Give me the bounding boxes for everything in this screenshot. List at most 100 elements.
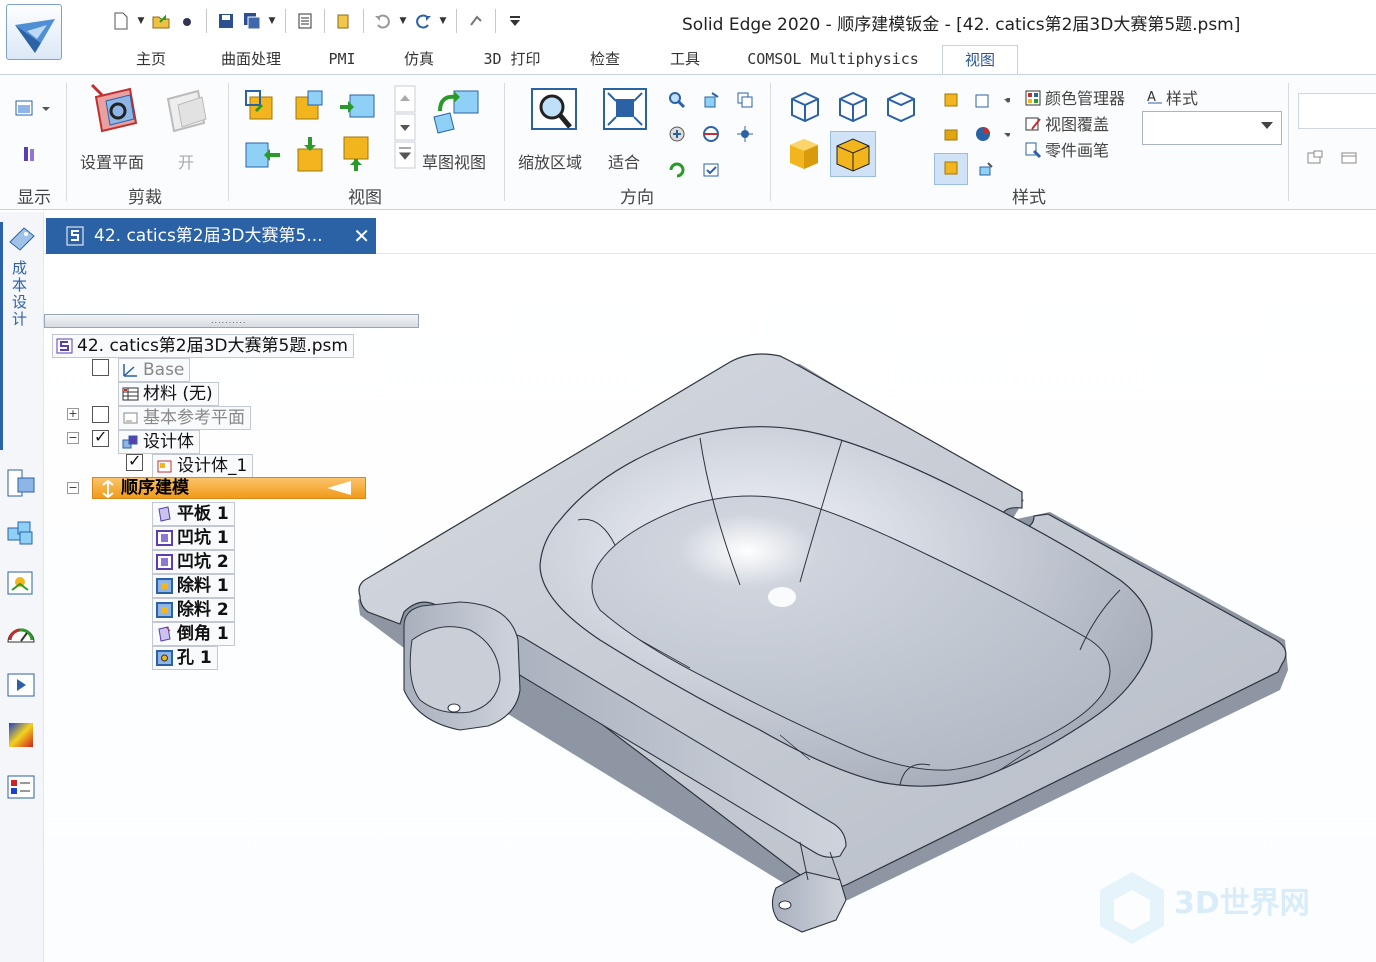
tree-item-material[interactable]: 材料 (无) (118, 382, 219, 406)
tree-item-base-planes[interactable]: 基本参考平面 (118, 406, 251, 430)
named-views-icon[interactable] (702, 161, 720, 183)
view-center-icon[interactable] (736, 125, 754, 147)
style-box2-icon[interactable] (942, 125, 960, 147)
application-button[interactable] (6, 4, 62, 60)
tab-comsol[interactable]: COMSOL Multiphysics (740, 45, 926, 75)
base-planes-checkbox[interactable] (92, 406, 109, 423)
color-manager-label[interactable]: 颜色管理器 (1045, 85, 1125, 109)
set-plane-icon[interactable] (90, 83, 142, 143)
view-overrides-label[interactable]: 视图覆盖 (1045, 111, 1109, 135)
redo-dropdown-arrow[interactable]: ▼ (436, 8, 450, 34)
style-dropdown[interactable] (1142, 111, 1282, 145)
collapse-sequential[interactable]: − (67, 482, 79, 494)
save-all-icon[interactable] (239, 8, 265, 34)
tree-item-design-body-1[interactable]: 设计体_1 (152, 454, 254, 478)
pathfinder-splitter[interactable]: .......... (44, 314, 419, 328)
save-icon[interactable] (213, 8, 239, 34)
zoom-area-label[interactable]: 缩放区域 (518, 149, 582, 173)
sketch-view-label[interactable]: 草图视图 (422, 149, 486, 173)
cost-design-icon[interactable] (6, 224, 36, 254)
part-painter-label[interactable]: 零件画笔 (1045, 137, 1109, 161)
heatmap-icon[interactable] (6, 720, 36, 750)
window-icon[interactable] (1340, 149, 1358, 171)
hidden-edges-icon[interactable] (884, 89, 918, 127)
fit-label[interactable]: 适合 (608, 149, 640, 173)
part-painter-icon[interactable] (1024, 141, 1042, 163)
zoom-icon[interactable] (668, 91, 686, 113)
properties-icon[interactable] (292, 8, 318, 34)
fit-icon[interactable] (602, 87, 648, 137)
view-fit-1-icon[interactable] (244, 89, 276, 125)
rollback-arrow-icon[interactable] (327, 481, 351, 495)
pan-icon[interactable] (668, 125, 686, 147)
shadow-icon[interactable] (934, 153, 968, 185)
tree-item-design-body[interactable]: 设计体 (118, 430, 200, 454)
tree-feature-cutout-2[interactable]: 除料 2 (152, 598, 235, 622)
tree-feature-hole[interactable]: 孔 1 (152, 646, 218, 670)
view-fit-5-icon[interactable] (294, 135, 326, 179)
tab-pmi[interactable]: PMI (320, 45, 364, 75)
wireframe-icon[interactable] (788, 89, 822, 127)
styles-label[interactable]: 样式 (1166, 85, 1198, 109)
tab-surfacing[interactable]: 曲面处理 (206, 45, 296, 75)
common-views-icon[interactable] (702, 125, 720, 147)
tree-item-base[interactable]: Base (118, 358, 191, 382)
design-body-1-checkbox[interactable] (126, 451, 143, 471)
base-checkbox[interactable] (92, 359, 109, 376)
expand-base-planes[interactable]: + (67, 408, 79, 420)
tab-home[interactable]: 主页 (126, 45, 176, 75)
view-fit-6-icon[interactable] (340, 135, 372, 179)
sketch-view-icon[interactable] (430, 87, 482, 143)
new-dropdown-arrow[interactable]: ▼ (134, 8, 148, 34)
styles-icon[interactable]: A (1146, 87, 1164, 109)
tree-feature-chamfer[interactable]: 倒角 1 (152, 622, 235, 646)
tree-feature-dimple-2[interactable]: 凹坑 2 (152, 550, 235, 574)
view-fit-3-icon[interactable] (338, 89, 378, 125)
close-icon[interactable]: ✕ (353, 218, 370, 254)
tab-inspect[interactable]: 检查 (580, 45, 630, 75)
tab-3d-print[interactable]: 3D 打印 (472, 45, 552, 75)
ribbon-overflow-field[interactable] (1298, 93, 1376, 129)
style-box-icon[interactable] (942, 91, 960, 113)
zoom-area-icon[interactable] (530, 87, 578, 141)
tree-root[interactable]: 42. catics第2届3D大赛第5题.psm (52, 334, 354, 358)
view-overrides-icon[interactable] (1024, 115, 1042, 137)
customize-qat-icon[interactable] (502, 8, 528, 34)
save-dropdown-arrow[interactable]: ▼ (265, 8, 279, 34)
layout-icon[interactable] (1306, 149, 1324, 171)
reflections-icon[interactable] (974, 125, 1012, 147)
feature-library-icon[interactable] (6, 568, 36, 598)
new-file-icon[interactable] (108, 8, 134, 34)
cost-design-label[interactable]: 成本设计 (10, 260, 30, 328)
views-scroll-gallery[interactable] (394, 85, 416, 175)
silhouette-icon[interactable] (974, 91, 1014, 113)
tab-view[interactable]: 视图 (942, 45, 1018, 75)
tab-simulation[interactable]: 仿真 (394, 45, 444, 75)
sheetmetal-model[interactable] (44, 254, 1376, 962)
animation-icon[interactable] (6, 670, 36, 700)
layers-icon[interactable] (6, 518, 36, 548)
tree-feature-dimple[interactable]: 凹坑 1 (152, 526, 235, 550)
color-manager-icon[interactable] (1024, 89, 1042, 111)
view-fit-4-icon[interactable] (242, 139, 282, 175)
results-icon[interactable] (6, 618, 36, 648)
redo-icon[interactable] (410, 8, 436, 34)
graphics-canvas[interactable]: 3D世界网 (44, 254, 1376, 962)
open-file-icon[interactable] (148, 8, 174, 34)
pathfinder-icon[interactable] (6, 468, 36, 498)
document-tab[interactable]: 42. catics第2届3D大赛第5... ✕ (46, 218, 376, 254)
manager-icon[interactable] (331, 8, 357, 34)
legend-icon[interactable] (6, 772, 36, 802)
lighting-icon[interactable] (976, 161, 994, 183)
tree-item-sequential[interactable]: 顺序建模 (92, 477, 366, 499)
spin-about-icon[interactable] (702, 91, 720, 113)
design-body-checkbox[interactable] (92, 427, 109, 447)
tree-feature-tab[interactable]: 平板 1 (152, 502, 235, 526)
view-fit-2-icon[interactable] (294, 89, 326, 125)
open-label[interactable]: 开 (178, 149, 194, 173)
set-plane-label[interactable]: 设置平面 (80, 149, 144, 173)
show-icon[interactable] (20, 145, 40, 169)
repeat-icon[interactable] (463, 8, 489, 34)
visible-edges-icon[interactable] (836, 89, 870, 127)
shaded-icon[interactable] (786, 135, 822, 175)
